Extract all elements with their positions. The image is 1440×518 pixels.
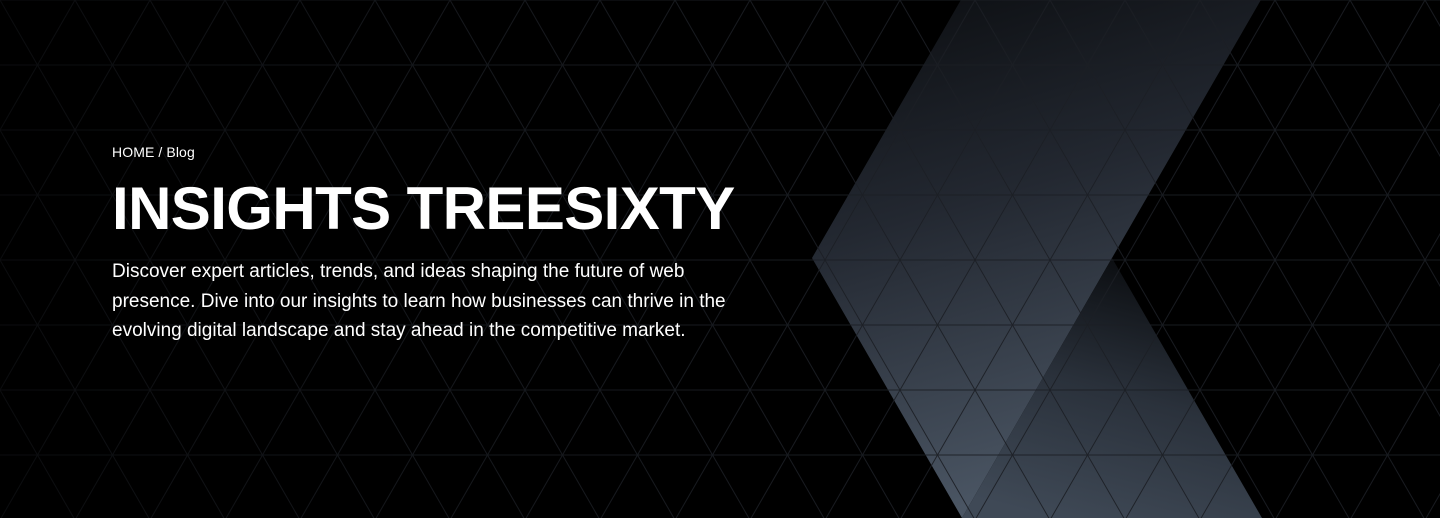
breadcrumb-current: Blog — [166, 144, 195, 160]
page-title: INSIGHTS TREESIXTY — [112, 175, 735, 242]
hero-description: Discover expert articles, trends, and id… — [112, 261, 726, 341]
hero-content: HOME / Blog INSIGHTS TREESIXTY Discover … — [112, 143, 792, 346]
breadcrumb: HOME / Blog — [112, 143, 792, 161]
breadcrumb-home-link[interactable]: HOME — [112, 144, 154, 160]
blog-hero: HOME / Blog INSIGHTS TREESIXTY Discover … — [0, 0, 1440, 518]
